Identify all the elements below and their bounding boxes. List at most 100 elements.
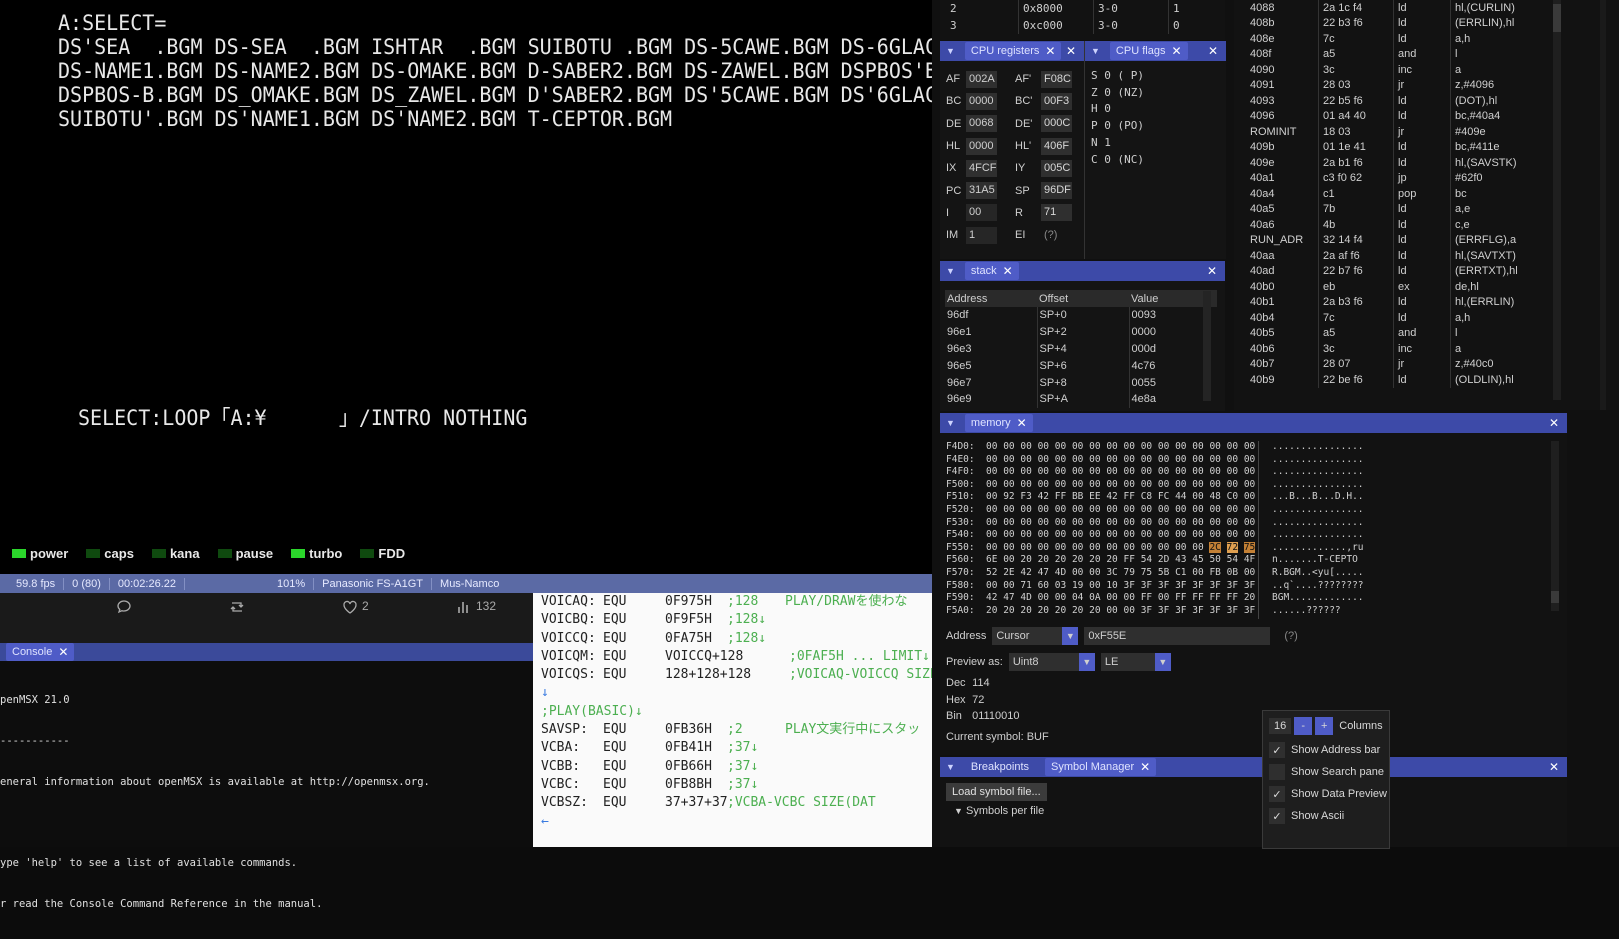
comment-icon[interactable] bbox=[116, 599, 132, 615]
close-icon[interactable]: ✕ bbox=[1140, 760, 1150, 774]
memory-byte[interactable]: 00 bbox=[1038, 529, 1049, 540]
breakpoint-gutter[interactable] bbox=[1234, 295, 1246, 311]
memory-byte[interactable]: 00 bbox=[1175, 479, 1186, 490]
memory-byte[interactable]: 20 bbox=[1038, 605, 1049, 616]
memory-byte[interactable]: 00 bbox=[1192, 567, 1203, 578]
tab-symbol-manager[interactable]: Symbol Manager ✕ bbox=[1045, 758, 1157, 776]
memory-byte[interactable]: 00 bbox=[1072, 466, 1083, 477]
table-row[interactable]: 96df SP+0 0093 bbox=[945, 307, 1217, 324]
memory-byte[interactable]: 00 bbox=[1055, 542, 1066, 553]
memory-byte[interactable]: 00 bbox=[1192, 466, 1203, 477]
memory-byte[interactable]: 00 bbox=[1158, 479, 1169, 490]
memory-byte[interactable]: 00 bbox=[986, 479, 997, 490]
memory-byte[interactable]: 00 bbox=[1192, 441, 1203, 452]
memory-byte[interactable]: 00 bbox=[1072, 504, 1083, 515]
memory-byte[interactable]: 75 bbox=[1243, 541, 1256, 553]
register-value[interactable]: 0000 bbox=[966, 92, 997, 110]
memory-byte[interactable]: 00 bbox=[1227, 504, 1238, 515]
memory-byte[interactable]: 00 bbox=[1106, 592, 1117, 603]
column-header[interactable]: Address bbox=[945, 290, 1037, 307]
memory-byte[interactable]: 44 bbox=[1175, 491, 1186, 502]
memory-byte[interactable]: 00 bbox=[1020, 529, 1031, 540]
collapse-icon[interactable]: ▼ bbox=[1091, 46, 1100, 56]
memory-byte[interactable]: 00 bbox=[1055, 529, 1066, 540]
memory-byte[interactable]: 42 bbox=[1038, 491, 1049, 502]
memory-byte[interactable]: 00 bbox=[1038, 466, 1049, 477]
preview-type-select[interactable]: Uint8 ▼ bbox=[1008, 653, 1095, 671]
memory-byte[interactable]: 00 bbox=[1106, 479, 1117, 490]
scrollbar[interactable] bbox=[1553, 0, 1561, 400]
memory-byte[interactable]: 00 bbox=[1089, 466, 1100, 477]
minus-button[interactable]: - bbox=[1294, 717, 1313, 735]
memory-byte[interactable]: 00 bbox=[1141, 504, 1152, 515]
memory-byte[interactable]: 00 bbox=[1141, 542, 1152, 553]
memory-byte[interactable]: 00 bbox=[1003, 454, 1014, 465]
memory-byte[interactable]: 72 bbox=[1226, 541, 1239, 553]
memory-byte[interactable]: 3F bbox=[1192, 605, 1203, 616]
load-symbol-button[interactable]: Load symbol file... bbox=[946, 783, 1047, 801]
register-value[interactable]: 0000 bbox=[966, 137, 997, 155]
memory-byte[interactable]: 00 bbox=[1175, 529, 1186, 540]
memory-byte[interactable]: 00 bbox=[1209, 454, 1220, 465]
flag-row[interactable]: Z 0 (NZ) bbox=[1091, 85, 1226, 102]
memory-byte[interactable]: 00 bbox=[1158, 542, 1169, 553]
breakpoint-gutter[interactable] bbox=[1234, 279, 1246, 295]
memory-byte[interactable]: 3C bbox=[1106, 567, 1117, 578]
memory-byte[interactable]: 20 bbox=[1089, 554, 1100, 565]
memory-hex[interactable]: 52 2E 42 47 4D 00 00 3C 79 75 5B C1 00 F… bbox=[986, 567, 1262, 580]
chevron-down-icon[interactable]: ▼ bbox=[1062, 627, 1079, 645]
memory-byte[interactable]: 42 bbox=[1020, 567, 1031, 578]
memory-byte[interactable]: 00 bbox=[1089, 479, 1100, 490]
memory-byte[interactable]: 00 bbox=[1089, 441, 1100, 452]
memory-byte[interactable]: 00 bbox=[1244, 517, 1255, 528]
expand-icon[interactable]: ▼ bbox=[954, 806, 963, 816]
memory-byte[interactable]: FF bbox=[1141, 592, 1152, 603]
memory-byte[interactable]: 00 bbox=[1003, 466, 1014, 477]
memory-ascii[interactable]: .............,ru bbox=[1272, 542, 1364, 555]
memory-byte[interactable]: 20 bbox=[1055, 605, 1066, 616]
memory-byte[interactable]: FC bbox=[1158, 491, 1169, 502]
register-value[interactable]: (?) bbox=[1041, 227, 1072, 244]
breakpoint-gutter[interactable] bbox=[1234, 341, 1246, 357]
register-value[interactable]: 005C bbox=[1041, 159, 1072, 177]
memory-byte[interactable]: 00 bbox=[1244, 567, 1255, 578]
memory-byte[interactable]: C1 bbox=[1175, 567, 1186, 578]
tab-cpu-registers[interactable]: CPU registers ✕ bbox=[964, 42, 1062, 60]
memory-byte[interactable]: 00 bbox=[1020, 479, 1031, 490]
memory-byte[interactable]: 00 bbox=[1003, 441, 1014, 452]
memory-byte[interactable]: 00 bbox=[1227, 441, 1238, 452]
register-value[interactable]: 96DF bbox=[1041, 182, 1072, 200]
memory-byte[interactable]: 00 bbox=[1055, 441, 1066, 452]
memory-byte[interactable]: 03 bbox=[1055, 580, 1066, 591]
chevron-down-icon[interactable]: ▼ bbox=[1154, 653, 1171, 671]
close-icon[interactable]: ✕ bbox=[1045, 44, 1055, 58]
memory-byte[interactable]: 20 bbox=[1072, 554, 1083, 565]
breakpoint-gutter[interactable] bbox=[1234, 31, 1246, 47]
memory-byte[interactable]: 00 bbox=[986, 491, 997, 502]
disassembly-panel[interactable]: 4088 2a 1c f4 ld hl,(CURLIN) 408b 22 b3 f6 ld(… bbox=[1234, 0, 1619, 410]
views-icon[interactable] bbox=[456, 599, 472, 615]
memory-byte[interactable]: 00 bbox=[1227, 466, 1238, 477]
menu-item[interactable]: ✓ Show Address bar bbox=[1263, 739, 1389, 761]
checkbox-checked-icon[interactable]: ✓ bbox=[1269, 786, 1285, 802]
memory-byte[interactable]: 3F bbox=[1175, 580, 1186, 591]
memory-byte[interactable]: 00 bbox=[1141, 441, 1152, 452]
breakpoint-gutter[interactable] bbox=[1234, 93, 1246, 109]
memory-byte[interactable]: 00 bbox=[1141, 517, 1152, 528]
memory-byte[interactable]: 00 bbox=[1192, 529, 1203, 540]
close-icon[interactable]: ✕ bbox=[1208, 44, 1218, 58]
memory-byte[interactable]: FF bbox=[1227, 592, 1238, 603]
breakpoint-gutter[interactable] bbox=[1234, 171, 1246, 187]
memory-byte[interactable]: FB bbox=[1209, 567, 1220, 578]
memory-ascii[interactable]: ................ bbox=[1272, 479, 1364, 492]
memory-byte[interactable]: 00 bbox=[1158, 466, 1169, 477]
memory-hex[interactable]: 00 00 00 00 00 00 00 00 00 00 00 00 00 2… bbox=[986, 541, 1262, 555]
source-editor[interactable]: VOICAQ: EQU 0F975H ;128 PLAY/DRAWを使わな VOICBQ:… bbox=[533, 593, 939, 847]
memory-byte[interactable]: 20 bbox=[1089, 605, 1100, 616]
register-value[interactable]: 000C bbox=[1041, 115, 1072, 133]
emulator-screen[interactable]: A:SELECT= DS'SEA .BGM DS-SEA .BGM ISHTAR… bbox=[0, 0, 985, 574]
memory-byte[interactable]: 42 bbox=[986, 592, 997, 603]
breakpoint-gutter[interactable] bbox=[1234, 140, 1246, 156]
memory-byte[interactable]: 3F bbox=[1209, 580, 1220, 591]
memory-hex[interactable]: 6E 00 20 20 20 20 20 20 FF 54 2D 43 45 5… bbox=[986, 554, 1262, 567]
